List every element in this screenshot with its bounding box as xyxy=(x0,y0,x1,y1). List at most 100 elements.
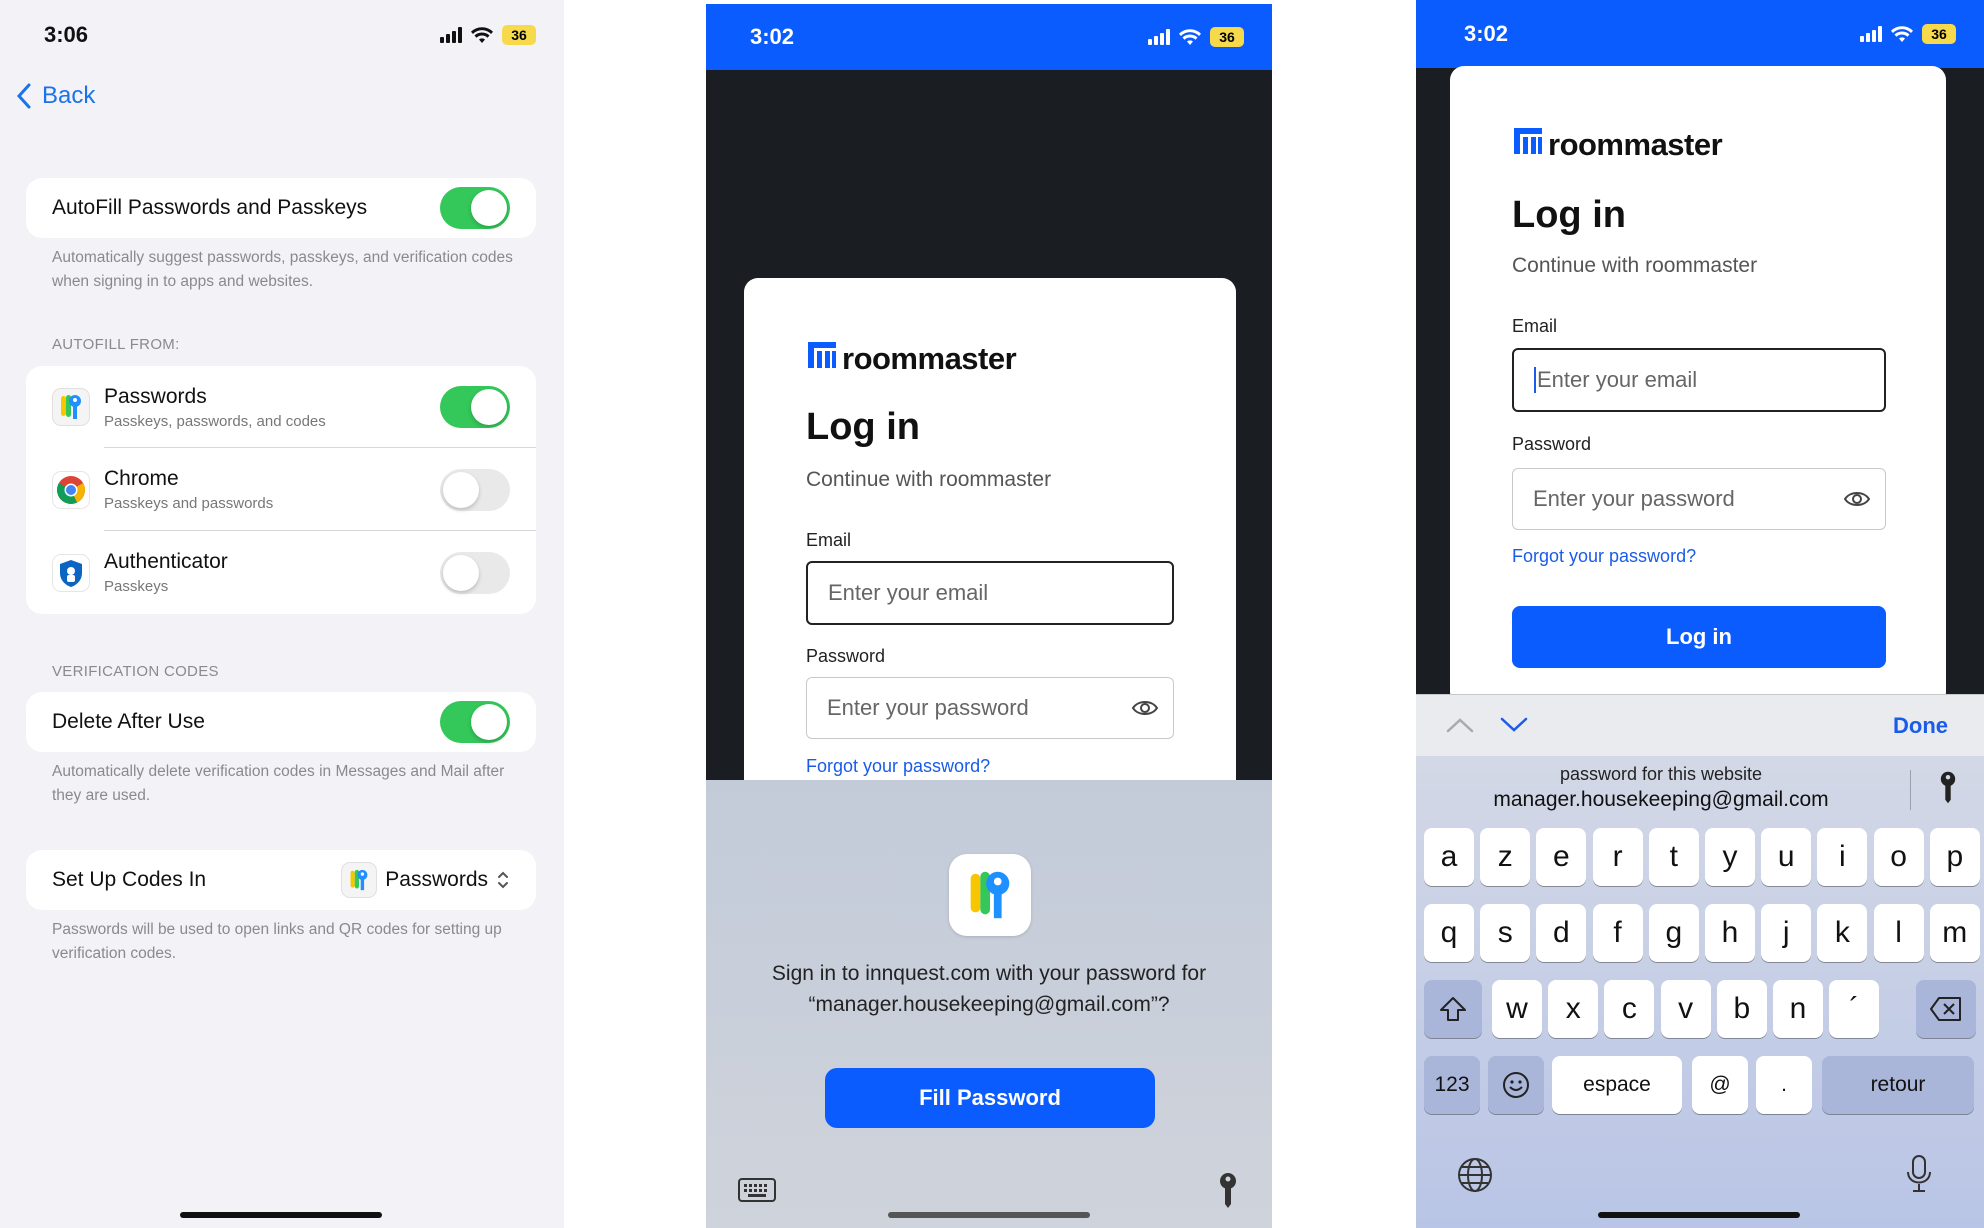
chrome-app-icon xyxy=(52,470,90,509)
eye-icon[interactable] xyxy=(1131,698,1159,718)
home-indicator[interactable] xyxy=(1598,1212,1800,1218)
autofill-row[interactable]: AutoFill Passwords and Passkeys xyxy=(26,178,536,238)
battery-icon: 36 xyxy=(502,25,536,45)
authenticator-toggle[interactable] xyxy=(440,552,510,594)
email-input[interactable]: Enter your email xyxy=(806,561,1174,625)
key-n[interactable]: n xyxy=(1773,980,1823,1038)
key-a[interactable]: a xyxy=(1424,828,1474,886)
setup-codes-footer: Passwords will be used to open links and… xyxy=(52,921,502,962)
key-u[interactable]: u xyxy=(1761,828,1812,886)
key-icon[interactable] xyxy=(1218,1172,1238,1210)
wifi-icon xyxy=(1179,29,1201,45)
dot-key[interactable]: . xyxy=(1756,1056,1812,1114)
key-g[interactable]: g xyxy=(1648,904,1699,962)
key-o[interactable]: o xyxy=(1873,828,1924,886)
passwords-app-icon xyxy=(949,854,1031,936)
delete-after-use-title: Delete After Use xyxy=(52,710,205,733)
signal-icon xyxy=(1148,29,1170,45)
text-cursor xyxy=(1534,367,1536,393)
key-v[interactable]: v xyxy=(1660,980,1711,1038)
delete-key[interactable] xyxy=(1916,980,1976,1038)
return-key[interactable]: retour xyxy=(1822,1056,1974,1114)
key-k[interactable]: k xyxy=(1817,904,1868,962)
delete-after-use-footer: Automatically delete verification codes … xyxy=(52,763,505,804)
key-w[interactable]: w xyxy=(1492,980,1542,1038)
email-input[interactable]: Enter your email xyxy=(1512,348,1886,412)
key-i[interactable]: i xyxy=(1817,828,1868,886)
key-h[interactable]: h xyxy=(1705,904,1755,962)
source-subtitle: Passkeys and passwords xyxy=(104,495,274,512)
done-button[interactable]: Done xyxy=(1893,713,1948,739)
autofill-title: AutoFill Passwords and Passkeys xyxy=(52,196,368,219)
login-button[interactable]: Log in xyxy=(1512,606,1886,668)
source-row-passwords[interactable]: Passwords Passkeys, passwords, and codes xyxy=(26,366,536,448)
chevron-left-icon xyxy=(16,83,31,109)
chevron-up-icon[interactable] xyxy=(1446,717,1474,733)
password-suggestion[interactable]: password for this website manager.housek… xyxy=(1416,764,1906,812)
status-bar: 3:06 36 xyxy=(0,0,564,70)
delete-after-use-row[interactable]: Delete After Use xyxy=(26,692,536,752)
source-title: Authenticator xyxy=(104,550,228,573)
fill-password-button[interactable]: Fill Password xyxy=(825,1068,1155,1128)
passwords-toggle[interactable] xyxy=(440,386,510,428)
emoji-key[interactable] xyxy=(1488,1056,1544,1114)
page-title: Log in xyxy=(1512,194,1626,236)
wifi-icon xyxy=(471,27,493,43)
keyboard-toolbar: Done xyxy=(1416,694,1984,756)
key-y[interactable]: y xyxy=(1705,828,1755,886)
key-t[interactable]: t xyxy=(1648,828,1699,886)
status-time: 3:02 xyxy=(1464,21,1509,46)
key-d[interactable]: d xyxy=(1536,904,1587,962)
forgot-password-link[interactable]: Forgot your password? xyxy=(806,756,990,777)
page-subtitle: Continue with roommaster xyxy=(806,468,1052,491)
key-l[interactable]: l xyxy=(1873,904,1924,962)
key-b[interactable]: b xyxy=(1716,980,1767,1038)
chevron-down-icon[interactable] xyxy=(1500,717,1528,733)
source-subtitle: Passkeys xyxy=(104,578,169,595)
password-input[interactable]: Enter your password xyxy=(806,677,1174,739)
at-key[interactable]: @ xyxy=(1692,1056,1748,1114)
key-icon[interactable] xyxy=(1939,770,1957,806)
verification-codes-header: VERIFICATION CODES xyxy=(52,663,219,680)
space-key[interactable]: espace xyxy=(1552,1056,1682,1114)
shift-key[interactable] xyxy=(1424,980,1482,1038)
key-z[interactable]: z xyxy=(1480,828,1531,886)
autofill-toggle[interactable] xyxy=(440,187,510,229)
login-autofill-sheet-panel: 3:02 36 roommaster Log in Continue with … xyxy=(706,4,1272,1228)
chrome-toggle[interactable] xyxy=(440,469,510,511)
setup-codes-row[interactable]: Set Up Codes In Passwords xyxy=(26,850,536,910)
setup-codes-picker[interactable]: Passwords xyxy=(341,862,510,898)
key-m[interactable]: m xyxy=(1929,904,1980,962)
source-row-chrome[interactable]: Chrome Passkeys and passwords xyxy=(26,448,536,531)
home-indicator[interactable] xyxy=(180,1212,382,1218)
key-c[interactable]: c xyxy=(1604,980,1655,1038)
key-p[interactable]: p xyxy=(1929,828,1980,886)
key-r[interactable]: r xyxy=(1592,828,1643,886)
autofill-prompt: Sign in to innquest.com with your passwo… xyxy=(771,962,1207,1016)
page-title: Log in xyxy=(806,406,920,448)
source-subtitle: Passkeys, passwords, and codes xyxy=(104,412,326,430)
roommaster-logo: roommaster xyxy=(806,340,1017,378)
key-f[interactable]: f xyxy=(1592,904,1643,962)
globe-icon[interactable] xyxy=(1456,1156,1494,1194)
key-acute[interactable]: ´ xyxy=(1829,980,1880,1038)
delete-after-use-toggle[interactable] xyxy=(440,701,510,743)
eye-icon[interactable] xyxy=(1843,489,1871,509)
forgot-password-link[interactable]: Forgot your password? xyxy=(1512,546,1696,567)
login-keyboard-panel: 3:02 36 roommaster Log in Continue with … xyxy=(1416,0,1984,1228)
key-e[interactable]: e xyxy=(1536,828,1587,886)
key-j[interactable]: j xyxy=(1761,904,1812,962)
authenticator-app-icon xyxy=(52,553,90,592)
back-button[interactable]: Back xyxy=(16,82,95,110)
home-indicator[interactable] xyxy=(888,1212,1090,1218)
key-s[interactable]: s xyxy=(1480,904,1531,962)
microphone-icon[interactable] xyxy=(1906,1154,1932,1194)
password-label: Password xyxy=(1512,434,1592,454)
source-row-authenticator[interactable]: Authenticator Passkeys xyxy=(26,531,536,614)
keyboard-icon[interactable] xyxy=(738,1178,776,1202)
numbers-key[interactable]: 123 xyxy=(1424,1056,1480,1114)
key-q[interactable]: q xyxy=(1424,904,1474,962)
status-time: 3:06 xyxy=(44,22,89,47)
key-x[interactable]: x xyxy=(1548,980,1599,1038)
password-input[interactable]: Enter your password xyxy=(1512,468,1886,530)
